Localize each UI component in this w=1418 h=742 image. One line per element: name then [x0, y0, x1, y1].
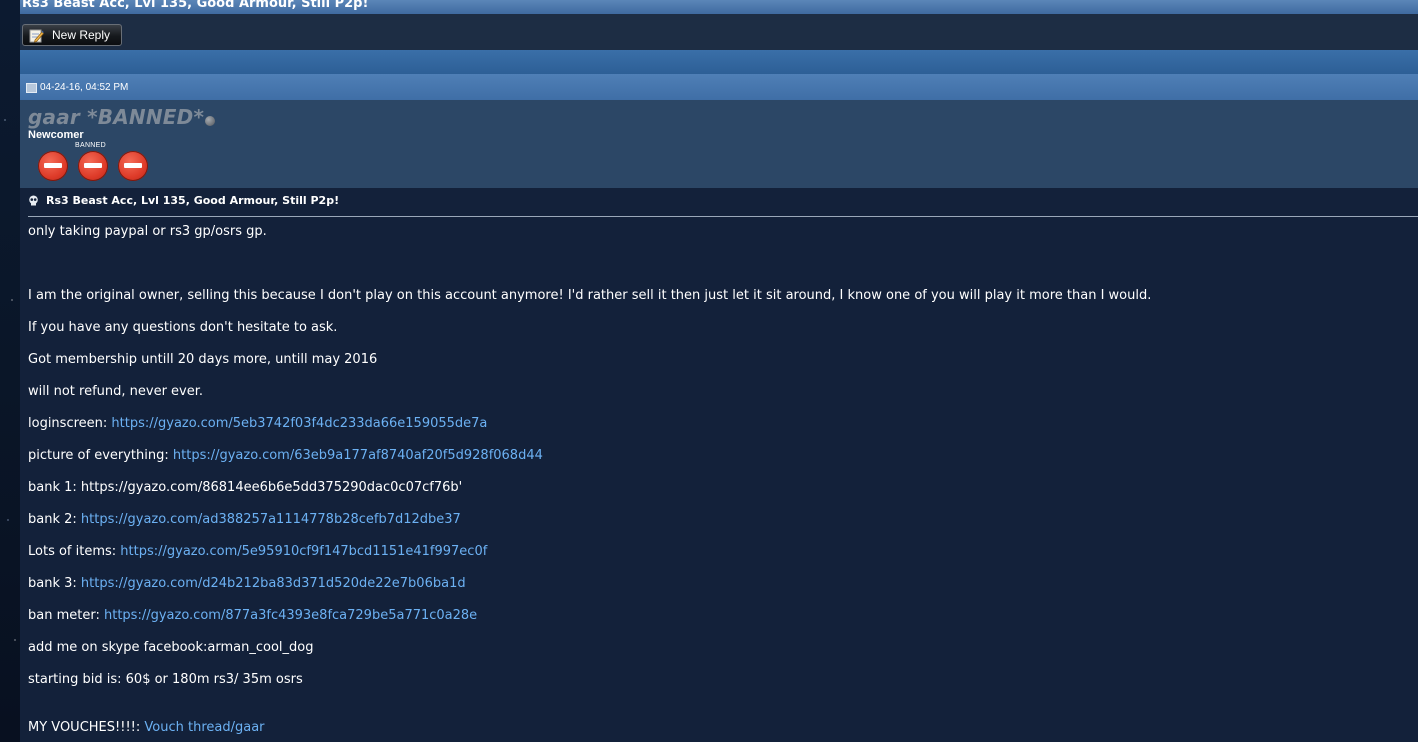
ban-icon	[78, 151, 108, 181]
post-line: will not refund, never ever.	[28, 384, 204, 399]
bank-2-link[interactable]: https://gyazo.com/ad388257a1114778b28cef…	[81, 512, 461, 527]
thread-toolbar: New Reply	[20, 14, 1418, 50]
ban-meter-link[interactable]: https://gyazo.com/877a3fc4393e8fca729be5…	[104, 608, 477, 623]
post-line: picture of everything: https://gyazo.com…	[28, 448, 543, 463]
post-title-row: Rs3 Beast Acc, Lvl 135, Good Armour, Sti…	[28, 194, 339, 207]
vouches-label: MY VOUCHES!!!!:	[28, 720, 145, 735]
thread-title-bar: Rs3 Beast Acc, Lvl 135, Good Armour, Sti…	[20, 0, 1418, 14]
loginscreen-label: loginscreen:	[28, 416, 112, 431]
post-title: Rs3 Beast Acc, Lvl 135, Good Armour, Sti…	[46, 194, 340, 207]
bank-3-label: bank 3:	[28, 576, 81, 591]
post-line: If you have any questions don't hesitate…	[28, 320, 338, 335]
post-line: I am the original owner, selling this be…	[28, 288, 1152, 303]
author-user-title: Newcomer	[28, 129, 84, 141]
author-username[interactable]: gaar *BANNED*	[28, 105, 204, 129]
ban-meter-label: ban meter:	[28, 608, 104, 623]
post-status-icon	[26, 83, 37, 93]
post-line: bank 1: https://gyazo.com/86814ee6b6e5dd…	[28, 480, 462, 495]
bank-3-link[interactable]: https://gyazo.com/d24b212ba83d371d520de2…	[81, 576, 466, 591]
post-line: bank 2: https://gyazo.com/ad388257a11147…	[28, 512, 461, 527]
new-reply-button[interactable]: New Reply	[22, 24, 122, 46]
banned-badge-label: BANNED	[75, 142, 106, 149]
new-reply-label: New Reply	[52, 28, 111, 42]
post-header-band	[20, 50, 1418, 74]
vouch-thread-link[interactable]: Vouch thread/gaar	[144, 720, 264, 735]
post-line: only taking paypal or rs3 gp/osrs gp.	[28, 224, 267, 239]
loginscreen-link[interactable]: https://gyazo.com/5eb3742f03f4dc233da66e…	[111, 416, 487, 431]
picture-of-everything-link[interactable]: https://gyazo.com/63eb9a177af8740af20f5d…	[173, 448, 543, 463]
forum-thread: Rs3 Beast Acc, Lvl 135, Good Armour, Sti…	[20, 0, 1418, 742]
ban-icon	[118, 151, 148, 181]
thread-title: Rs3 Beast Acc, Lvl 135, Good Armour, Sti…	[22, 0, 369, 11]
new-reply-pencil-icon	[29, 28, 44, 43]
post-line: ban meter: https://gyazo.com/877a3fc4393…	[28, 608, 477, 623]
post-line: Lots of items: https://gyazo.com/5e95910…	[28, 544, 487, 559]
offline-status-icon	[205, 116, 215, 126]
post-line: Got membership untill 20 days more, unti…	[28, 352, 378, 367]
lots-of-items-link[interactable]: https://gyazo.com/5e95910cf9f147bcd1151e…	[120, 544, 487, 559]
skull-icon	[28, 195, 39, 206]
post-author-panel: gaar *BANNED* Newcomer BANNED	[20, 100, 1418, 188]
bank-1-text: bank 1: https://gyazo.com/86814ee6b6e5dd…	[28, 480, 463, 495]
ban-icon	[38, 151, 68, 181]
post-date-bar: 04-24-16, 04:52 PM	[20, 74, 1418, 100]
post-title-divider	[28, 216, 1418, 217]
post-line: add me on skype facebook:arman_cool_dog	[28, 640, 314, 655]
picture-of-everything-label: picture of everything:	[28, 448, 173, 463]
post-line: loginscreen: https://gyazo.com/5eb3742f0…	[28, 416, 487, 431]
lots-of-items-label: Lots of items:	[28, 544, 121, 559]
post-line: MY VOUCHES!!!!: Vouch thread/gaar	[28, 720, 265, 735]
post-line: bank 3: https://gyazo.com/d24b212ba83d37…	[28, 576, 466, 591]
post-date: 04-24-16, 04:52 PM	[40, 81, 129, 93]
bank-2-label: bank 2:	[28, 512, 81, 527]
post-body: Rs3 Beast Acc, Lvl 135, Good Armour, Sti…	[20, 188, 1418, 742]
post-line: starting bid is: 60$ or 180m rs3/ 35m os…	[28, 672, 303, 687]
